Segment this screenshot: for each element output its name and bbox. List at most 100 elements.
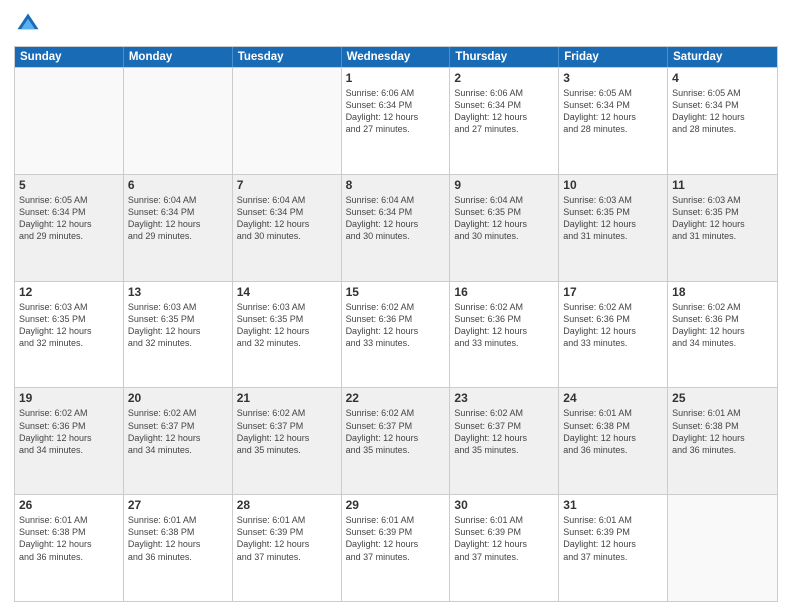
day-info: Sunrise: 6:01 AM Sunset: 6:39 PM Dayligh…: [237, 514, 337, 563]
day-number: 8: [346, 178, 446, 192]
calendar-cell: 9Sunrise: 6:04 AM Sunset: 6:35 PM Daylig…: [450, 175, 559, 281]
day-number: 13: [128, 285, 228, 299]
day-number: 31: [563, 498, 663, 512]
calendar-header-cell: Sunday: [15, 47, 124, 67]
day-info: Sunrise: 6:05 AM Sunset: 6:34 PM Dayligh…: [563, 87, 663, 136]
day-number: 5: [19, 178, 119, 192]
day-info: Sunrise: 6:03 AM Sunset: 6:35 PM Dayligh…: [19, 301, 119, 350]
day-number: 1: [346, 71, 446, 85]
logo-icon: [14, 10, 42, 38]
calendar-row: 12 Sunrise: 6:03 AM Sunset: 6:35 PM Dayli…: [15, 281, 777, 388]
calendar-cell: 30 Sunrise: 6:01 AM Sunset: 6:39 PM Dayli…: [450, 495, 559, 601]
day-info: Sunrise: 6:02 AM Sunset: 6:37 PM Dayligh…: [454, 407, 554, 456]
day-info: Sunrise: 6:01 AM Sunset: 6:39 PM Dayligh…: [563, 514, 663, 563]
calendar-header-cell: Wednesday: [342, 47, 451, 67]
day-number: 20: [128, 391, 228, 405]
calendar-cell: 19Sunrise: 6:02 AM Sunset: 6:36 PM Dayli…: [15, 388, 124, 494]
day-info: Sunrise: 6:01 AM Sunset: 6:38 PM Dayligh…: [19, 514, 119, 563]
day-info: Sunrise: 6:02 AM Sunset: 6:36 PM Dayligh…: [672, 301, 773, 350]
day-number: 19: [19, 391, 119, 405]
day-info: Sunrise: 6:05 AM Sunset: 6:34 PM Dayligh…: [19, 194, 119, 243]
calendar-header-cell: Friday: [559, 47, 668, 67]
day-number: 25: [672, 391, 773, 405]
calendar-cell: 11 Sunrise: 6:03 AM Sunset: 6:35 PM Dayli…: [668, 175, 777, 281]
calendar-header-cell: Monday: [124, 47, 233, 67]
calendar-cell: 14 Sunrise: 6:03 AM Sunset: 6:35 PM Dayli…: [233, 282, 342, 388]
calendar-cell: 8Sunrise: 6:04 AM Sunset: 6:34 PM Daylig…: [342, 175, 451, 281]
calendar-cell: 15 Sunrise: 6:02 AM Sunset: 6:36 PM Dayli…: [342, 282, 451, 388]
day-number: 3: [563, 71, 663, 85]
calendar-cell: 1 Sunrise: 6:06 AM Sunset: 6:34 PM Daylig…: [342, 68, 451, 174]
day-info: Sunrise: 6:06 AM Sunset: 6:34 PM Dayligh…: [346, 87, 446, 136]
calendar-header-cell: Saturday: [668, 47, 777, 67]
day-number: 11: [672, 178, 773, 192]
day-number: 2: [454, 71, 554, 85]
calendar-cell: 25 Sunrise: 6:01 AM Sunset: 6:38 PM Dayli…: [668, 388, 777, 494]
day-info: Sunrise: 6:02 AM Sunset: 6:36 PM Dayligh…: [454, 301, 554, 350]
calendar-cell: 17 Sunrise: 6:02 AM Sunset: 6:36 PM Dayli…: [559, 282, 668, 388]
calendar-cell: 26 Sunrise: 6:01 AM Sunset: 6:38 PM Dayli…: [15, 495, 124, 601]
day-info: Sunrise: 6:02 AM Sunset: 6:36 PM Dayligh…: [346, 301, 446, 350]
day-info: Sunrise: 6:03 AM Sunset: 6:35 PM Dayligh…: [563, 194, 663, 243]
calendar-cell: [668, 495, 777, 601]
day-info: Sunrise: 6:04 AM Sunset: 6:34 PM Dayligh…: [128, 194, 228, 243]
calendar-cell: 4 Sunrise: 6:05 AM Sunset: 6:34 PM Daylig…: [668, 68, 777, 174]
calendar-header-row: SundayMondayTuesdayWednesdayThursdayFrid…: [15, 47, 777, 67]
day-number: 23: [454, 391, 554, 405]
day-info: Sunrise: 6:02 AM Sunset: 6:36 PM Dayligh…: [563, 301, 663, 350]
day-number: 18: [672, 285, 773, 299]
day-number: 4: [672, 71, 773, 85]
calendar-cell: [233, 68, 342, 174]
calendar-cell: [15, 68, 124, 174]
calendar-cell: 29 Sunrise: 6:01 AM Sunset: 6:39 PM Dayli…: [342, 495, 451, 601]
day-info: Sunrise: 6:04 AM Sunset: 6:34 PM Dayligh…: [237, 194, 337, 243]
calendar-cell: 23 Sunrise: 6:02 AM Sunset: 6:37 PM Dayli…: [450, 388, 559, 494]
page-container: SundayMondayTuesdayWednesdayThursdayFrid…: [0, 0, 792, 612]
day-number: 10: [563, 178, 663, 192]
calendar: SundayMondayTuesdayWednesdayThursdayFrid…: [14, 46, 778, 602]
day-info: Sunrise: 6:03 AM Sunset: 6:35 PM Dayligh…: [237, 301, 337, 350]
calendar-cell: 31 Sunrise: 6:01 AM Sunset: 6:39 PM Dayli…: [559, 495, 668, 601]
day-number: 22: [346, 391, 446, 405]
day-info: Sunrise: 6:01 AM Sunset: 6:38 PM Dayligh…: [563, 407, 663, 456]
calendar-cell: 13 Sunrise: 6:03 AM Sunset: 6:35 PM Dayli…: [124, 282, 233, 388]
day-info: Sunrise: 6:05 AM Sunset: 6:34 PM Dayligh…: [672, 87, 773, 136]
calendar-cell: 2Sunrise: 6:06 AM Sunset: 6:34 PM Daylig…: [450, 68, 559, 174]
day-number: 26: [19, 498, 119, 512]
day-number: 29: [346, 498, 446, 512]
day-info: Sunrise: 6:03 AM Sunset: 6:35 PM Dayligh…: [672, 194, 773, 243]
day-number: 12: [19, 285, 119, 299]
day-number: 30: [454, 498, 554, 512]
day-number: 27: [128, 498, 228, 512]
calendar-cell: 16 Sunrise: 6:02 AM Sunset: 6:36 PM Dayli…: [450, 282, 559, 388]
calendar-header-cell: Thursday: [450, 47, 559, 67]
day-info: Sunrise: 6:02 AM Sunset: 6:37 PM Dayligh…: [237, 407, 337, 456]
calendar-cell: 6Sunrise: 6:04 AM Sunset: 6:34 PM Daylig…: [124, 175, 233, 281]
day-info: Sunrise: 6:04 AM Sunset: 6:35 PM Dayligh…: [454, 194, 554, 243]
day-info: Sunrise: 6:01 AM Sunset: 6:38 PM Dayligh…: [672, 407, 773, 456]
day-number: 24: [563, 391, 663, 405]
calendar-cell: 7 Sunrise: 6:04 AM Sunset: 6:34 PM Daylig…: [233, 175, 342, 281]
page-header: [14, 10, 778, 38]
day-number: 16: [454, 285, 554, 299]
day-info: Sunrise: 6:03 AM Sunset: 6:35 PM Dayligh…: [128, 301, 228, 350]
calendar-cell: 27Sunrise: 6:01 AM Sunset: 6:38 PM Dayli…: [124, 495, 233, 601]
day-info: Sunrise: 6:01 AM Sunset: 6:39 PM Dayligh…: [346, 514, 446, 563]
day-number: 7: [237, 178, 337, 192]
calendar-row: 26 Sunrise: 6:01 AM Sunset: 6:38 PM Dayli…: [15, 494, 777, 601]
calendar-cell: 20 Sunrise: 6:02 AM Sunset: 6:37 PM Dayli…: [124, 388, 233, 494]
logo: [14, 10, 46, 38]
day-number: 15: [346, 285, 446, 299]
calendar-cell: [124, 68, 233, 174]
calendar-cell: 21 Sunrise: 6:02 AM Sunset: 6:37 PM Dayli…: [233, 388, 342, 494]
calendar-cell: 10 Sunrise: 6:03 AM Sunset: 6:35 PM Dayli…: [559, 175, 668, 281]
day-number: 17: [563, 285, 663, 299]
calendar-cell: 12 Sunrise: 6:03 AM Sunset: 6:35 PM Dayli…: [15, 282, 124, 388]
day-info: Sunrise: 6:01 AM Sunset: 6:39 PM Dayligh…: [454, 514, 554, 563]
day-number: 14: [237, 285, 337, 299]
day-info: Sunrise: 6:02 AM Sunset: 6:37 PM Dayligh…: [128, 407, 228, 456]
day-info: Sunrise: 6:02 AM Sunset: 6:37 PM Dayligh…: [346, 407, 446, 456]
calendar-row: 1 Sunrise: 6:06 AM Sunset: 6:34 PM Daylig…: [15, 67, 777, 174]
day-number: 21: [237, 391, 337, 405]
calendar-row: 5 Sunrise: 6:05 AM Sunset: 6:34 PM Daylig…: [15, 174, 777, 281]
